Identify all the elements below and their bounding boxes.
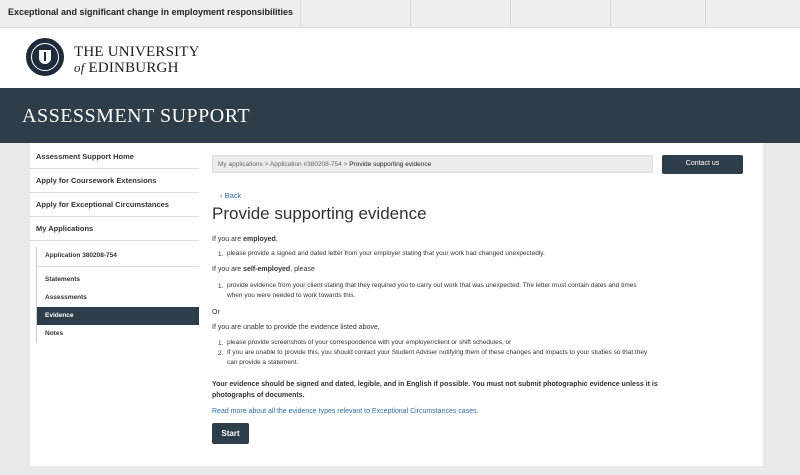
chevron-left-icon: ‹ bbox=[220, 191, 223, 200]
sidebar-item-assessments[interactable]: Assessments bbox=[37, 289, 199, 307]
grid-line bbox=[510, 0, 511, 28]
list-number: 1. bbox=[218, 251, 224, 258]
breadcrumb-item-current: Provide supporting evidence bbox=[349, 161, 432, 168]
grid-line bbox=[610, 0, 611, 28]
back-link[interactable]: ‹ Back bbox=[220, 191, 241, 200]
breadcrumb: My applications > Application #380208-75… bbox=[212, 155, 653, 173]
read-more-link[interactable]: Read more about all the evidence types r… bbox=[212, 408, 479, 415]
evidence-notice-line2: photographs of documents. bbox=[212, 392, 305, 399]
list-item: If you are unable to provide this, you s… bbox=[227, 349, 648, 356]
sidebar-item-application[interactable]: Application 380208-754 bbox=[37, 247, 199, 267]
breadcrumb-item-application[interactable]: Application #380208-754 bbox=[270, 161, 342, 168]
university-crest-icon[interactable] bbox=[26, 38, 64, 76]
unable-heading: If you are unable to provide the evidenc… bbox=[212, 324, 380, 331]
sidebar-item-assessment-support-home[interactable]: Assessment Support Home bbox=[30, 145, 199, 169]
breadcrumb-separator: > bbox=[343, 161, 348, 168]
back-label: Back bbox=[224, 191, 242, 200]
grid-line bbox=[410, 0, 411, 28]
list-number: 1. bbox=[218, 340, 224, 347]
site-title[interactable]: ASSESSMENT SUPPORT bbox=[22, 105, 250, 128]
list-item: please provide a signed and dated letter… bbox=[227, 250, 545, 257]
or-separator: Or bbox=[212, 309, 220, 316]
breadcrumb-item-my-applications[interactable]: My applications bbox=[218, 161, 263, 168]
self-employed-heading: If you are self-employed, please bbox=[212, 266, 315, 273]
breadcrumb-separator: > bbox=[264, 161, 269, 168]
list-item: can provide a statement. bbox=[227, 359, 299, 366]
sidebar-item-notes[interactable]: Notes bbox=[37, 325, 199, 343]
window-title-bar: Exceptional and significant change in em… bbox=[0, 0, 800, 28]
list-number: 1. bbox=[218, 283, 224, 290]
start-button[interactable]: Start bbox=[212, 423, 249, 444]
university-name-line1: THE UNIVERSITY bbox=[74, 44, 200, 60]
list-item: when you were needed to work towards thi… bbox=[227, 292, 356, 299]
grid-line bbox=[300, 0, 301, 28]
sidebar-item-my-applications[interactable]: My Applications bbox=[30, 217, 199, 241]
sidebar-item-statements[interactable]: Statements bbox=[37, 271, 199, 289]
university-name-line2: of EDINBURGH bbox=[74, 60, 179, 76]
list-item: provide evidence from your client statin… bbox=[227, 282, 637, 289]
site-banner: ASSESSMENT SUPPORT bbox=[0, 88, 800, 143]
sidebar-item-coursework-extensions[interactable]: Apply for Coursework Extensions bbox=[30, 169, 199, 193]
list-number: 2. bbox=[218, 350, 224, 357]
contact-us-button[interactable]: Contact us bbox=[662, 155, 743, 174]
employed-heading: If you are employed, bbox=[212, 236, 278, 243]
sidebar-item-exceptional-circumstances[interactable]: Apply for Exceptional Circumstances bbox=[30, 193, 199, 217]
sidebar-subnav: Application 380208-754 Statements Assess… bbox=[36, 247, 199, 343]
window-title: Exceptional and significant change in em… bbox=[8, 7, 294, 17]
university-header: THE UNIVERSITY of EDINBURGH bbox=[0, 28, 800, 88]
page-title: Provide supporting evidence bbox=[212, 204, 427, 223]
list-item: please provide screenshots of your corre… bbox=[227, 339, 512, 346]
evidence-notice-line1: Your evidence should be signed and dated… bbox=[212, 381, 658, 388]
grid-line bbox=[705, 0, 706, 28]
sidebar-item-evidence[interactable]: Evidence bbox=[37, 307, 199, 325]
sidebar-nav: Assessment Support Home Apply for Course… bbox=[30, 145, 199, 343]
